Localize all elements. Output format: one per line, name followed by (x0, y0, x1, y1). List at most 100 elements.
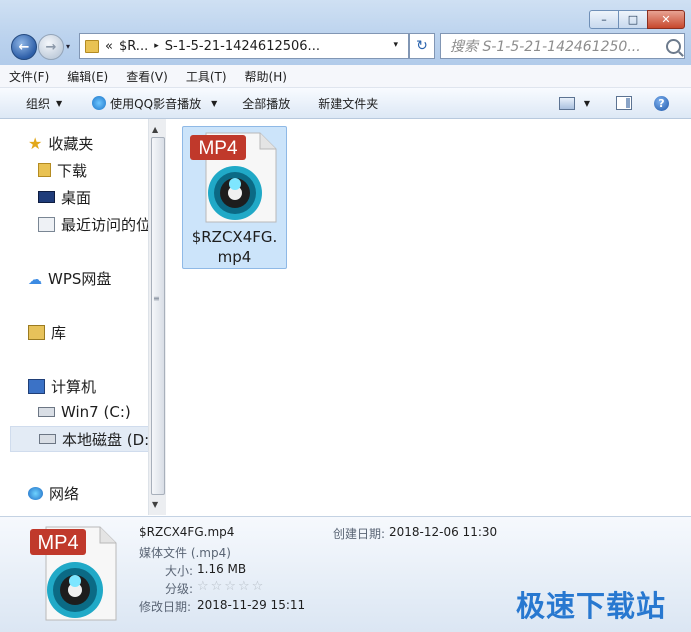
nav-item-label: 下载 (57, 161, 88, 180)
play-with-qq-button[interactable]: 使用QQ影音播放 ▼ (92, 95, 217, 112)
back-button[interactable]: ← (11, 34, 37, 60)
window-controls: – □ ✕ (589, 10, 685, 29)
address-dropdown-icon[interactable]: ▾ (393, 40, 398, 50)
favorites-star-icon: ★ (28, 133, 43, 153)
nav-item-network[interactable]: 网络 (28, 481, 79, 505)
breadcrumb-item[interactable]: S-1-5-21-1424612506... (165, 39, 320, 54)
nav-item-label: WPS网盘 (48, 269, 112, 288)
nav-item-label: 桌面 (61, 188, 92, 207)
scroll-up-icon[interactable]: ▲ (152, 125, 158, 134)
scroll-thumb[interactable] (151, 137, 165, 495)
help-icon[interactable]: ? (654, 95, 669, 111)
recent-places-icon (38, 216, 55, 232)
play-all-button[interactable]: 全部播放 (242, 95, 290, 112)
network-icon (28, 486, 43, 500)
file-name: $RZCX4FG. mp4 (183, 227, 286, 267)
nav-item-libraries[interactable]: 库 (28, 320, 66, 344)
qq-player-icon (92, 96, 107, 110)
drive-icon (39, 434, 56, 444)
back-arrow-icon: ← (18, 39, 30, 55)
menu-view[interactable]: 查看(V) (117, 68, 177, 85)
history-dropdown-icon[interactable]: ▾ (66, 42, 70, 51)
refresh-button[interactable]: ↻ (409, 33, 435, 59)
modified-label: 修改日期: (139, 600, 192, 614)
play-with-qq-label: 使用QQ影音播放 (110, 96, 202, 111)
nav-item-drive-d[interactable]: 本地磁盘 (D: (10, 426, 148, 452)
created-value: 2018-12-06 11:30 (389, 525, 498, 539)
libraries-icon (28, 324, 45, 340)
download-folder-icon (38, 163, 51, 177)
forward-button[interactable]: → (38, 34, 64, 60)
breadcrumb-separator-icon[interactable]: ▸ (154, 41, 159, 51)
mp4-file-icon: MP4 (190, 132, 277, 223)
rating-label: 分级: (165, 582, 194, 596)
menu-edit[interactable]: 编辑(E) (58, 68, 117, 85)
forward-arrow-icon: → (45, 39, 57, 55)
organize-label: 组织 (26, 96, 51, 111)
nav-item-drive-c[interactable]: Win7 (C:) (38, 400, 131, 424)
menu-tools[interactable]: 工具(T) (177, 68, 236, 85)
menu-help[interactable]: 帮助(H) (236, 68, 296, 85)
nav-item-wps-drive[interactable]: ☁ WPS网盘 (28, 266, 111, 290)
nav-item-desktop[interactable]: 桌面 (38, 185, 91, 209)
toolbar-right: ▼ ? (558, 88, 691, 118)
search-placeholder: 搜索 S-1-5-21-142461250... (450, 39, 641, 55)
details-mp4-file-icon: MP4 (30, 526, 117, 621)
file-name-line: mp4 (217, 248, 252, 266)
desktop-icon (38, 191, 55, 203)
windows-drive-icon (38, 407, 55, 417)
computer-icon (28, 378, 45, 394)
file-item[interactable]: MP4 $RZCX4FG. mp4 (182, 126, 287, 269)
menu-bar: 文件(F) 编辑(E) 查看(V) 工具(T) 帮助(H) (0, 65, 691, 88)
size-label: 大小: (165, 564, 194, 578)
chevron-down-icon: ▼ (211, 98, 218, 108)
nav-scrollbar[interactable]: ▲ ≡ ▼ (148, 119, 166, 515)
nav-item-label: 计算机 (51, 377, 97, 396)
file-type-badge: MP4 (198, 138, 238, 159)
address-bar[interactable]: « $R... ▸ S-1-5-21-1424612506... ▾ (79, 33, 409, 59)
view-options-chevron-icon[interactable]: ▼ (584, 99, 590, 108)
change-view-icon[interactable] (558, 96, 575, 110)
refresh-icon: ↻ (416, 38, 428, 54)
created-label: 创建日期: (333, 527, 386, 541)
title-bar: – □ ✕ ← → ▾ « $R... ▸ S-1-5-21-142461250… (0, 0, 691, 66)
nav-item-recent-places[interactable]: 最近访问的位 (38, 212, 148, 236)
nav-item-label: 最近访问的位 (61, 215, 148, 234)
nav-item-favorites[interactable]: ★ 收藏夹 (28, 131, 93, 155)
nav-item-label: 收藏夹 (48, 134, 94, 153)
menu-file[interactable]: 文件(F) (0, 68, 58, 85)
maximize-button[interactable]: □ (618, 10, 648, 29)
new-folder-button[interactable]: 新建文件夹 (318, 95, 378, 112)
minimize-button[interactable]: – (589, 10, 619, 29)
scroll-grip-icon: ≡ (153, 294, 160, 303)
breadcrumb-item[interactable]: $R... (119, 39, 148, 54)
command-bar: 组织 ▼ 使用QQ影音播放 ▼ 全部播放 新建文件夹 ▼ ? (0, 88, 691, 119)
size-value: 1.16 MB (197, 562, 247, 576)
nav-item-downloads[interactable]: 下载 (38, 158, 87, 182)
file-list-area[interactable]: MP4 $RZCX4FG. mp4 (166, 119, 691, 515)
navigation-pane: ★ 收藏夹 下载 桌面 最近访问的位 ☁ WPS网盘 库 计算机 Win7 (C… (0, 119, 148, 515)
nav-item-label: 库 (51, 323, 67, 342)
search-icon[interactable] (666, 38, 681, 54)
preview-pane-icon[interactable] (616, 96, 632, 110)
close-button[interactable]: ✕ (647, 10, 685, 29)
cloud-icon: ☁ (28, 271, 42, 288)
organize-button[interactable]: 组织 ▼ (26, 95, 62, 112)
modified-value: 2018-11-29 15:11 (197, 598, 306, 612)
nav-item-label: Win7 (C:) (61, 403, 131, 421)
scroll-down-icon[interactable]: ▼ (152, 500, 158, 509)
nav-item-computer[interactable]: 计算机 (28, 374, 96, 398)
chevron-down-icon: ▼ (56, 98, 63, 108)
search-input[interactable]: 搜索 S-1-5-21-142461250... (440, 33, 685, 59)
breadcrumb-overflow[interactable]: « (105, 39, 113, 54)
nav-item-label: 本地磁盘 (D: (62, 430, 148, 449)
details-file-type: 媒体文件 (.mp4) (139, 546, 231, 560)
folder-icon (85, 39, 99, 53)
details-pane: MP4 $RZCX4FG.mp4 媒体文件 (.mp4) 大小: 1.16 MB… (0, 516, 691, 632)
details-file-name: $RZCX4FG.mp4 (139, 525, 235, 539)
nav-item-label: 网络 (49, 484, 80, 503)
file-name-line: $RZCX4FG. (191, 228, 278, 246)
details-file-type-badge: MP4 (37, 532, 78, 554)
watermark-logo: 极速下载站 (516, 589, 667, 623)
rating-stars[interactable]: ☆☆☆☆☆ (197, 579, 265, 594)
